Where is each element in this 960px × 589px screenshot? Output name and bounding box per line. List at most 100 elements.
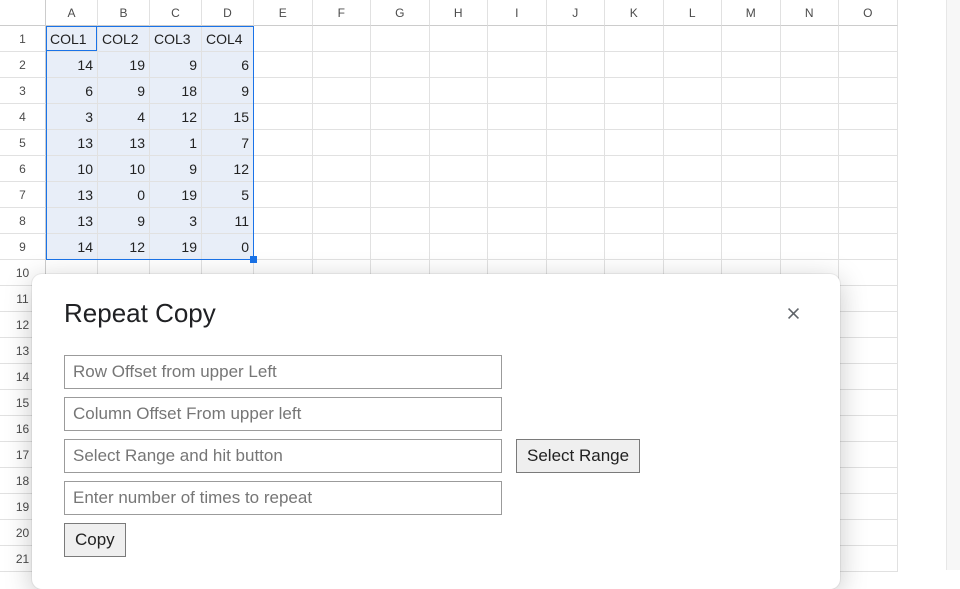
cell[interactable]: [839, 260, 898, 286]
cell[interactable]: [664, 78, 723, 104]
row-header[interactable]: 8: [0, 208, 46, 234]
cell[interactable]: 14: [46, 52, 98, 78]
cell[interactable]: [254, 26, 313, 52]
cell[interactable]: [781, 52, 840, 78]
cell[interactable]: [254, 182, 313, 208]
row-header[interactable]: 2: [0, 52, 46, 78]
cell[interactable]: [664, 234, 723, 260]
cell[interactable]: [430, 234, 489, 260]
cell[interactable]: [781, 26, 840, 52]
cell[interactable]: [313, 182, 372, 208]
cell[interactable]: [313, 130, 372, 156]
cell[interactable]: [839, 286, 898, 312]
cell[interactable]: [664, 104, 723, 130]
cell[interactable]: [605, 182, 664, 208]
cell[interactable]: [254, 130, 313, 156]
close-button[interactable]: [778, 299, 808, 329]
cell[interactable]: [839, 468, 898, 494]
cell[interactable]: [488, 104, 547, 130]
cell[interactable]: 3: [150, 208, 202, 234]
cell[interactable]: 13: [46, 208, 98, 234]
cell[interactable]: [605, 156, 664, 182]
cell[interactable]: [839, 416, 898, 442]
row-header[interactable]: 7: [0, 182, 46, 208]
cell[interactable]: [664, 52, 723, 78]
repeat-times-input[interactable]: [64, 481, 502, 515]
cell[interactable]: [839, 494, 898, 520]
cell[interactable]: [371, 156, 430, 182]
cell[interactable]: [371, 104, 430, 130]
cell[interactable]: [547, 52, 606, 78]
cell[interactable]: [839, 520, 898, 546]
cell[interactable]: [839, 312, 898, 338]
cell[interactable]: [547, 234, 606, 260]
cell[interactable]: 11: [202, 208, 254, 234]
cell[interactable]: [781, 208, 840, 234]
cell[interactable]: [547, 78, 606, 104]
cell[interactable]: [547, 130, 606, 156]
range-input[interactable]: [64, 439, 502, 473]
row-header[interactable]: 9: [0, 234, 46, 260]
cell[interactable]: [781, 182, 840, 208]
cell[interactable]: 19: [98, 52, 150, 78]
cell[interactable]: [839, 338, 898, 364]
column-header[interactable]: D: [202, 0, 254, 26]
cell[interactable]: [781, 104, 840, 130]
cell[interactable]: [547, 26, 606, 52]
cell[interactable]: [547, 104, 606, 130]
cell[interactable]: [430, 104, 489, 130]
cell[interactable]: [254, 208, 313, 234]
column-header[interactable]: H: [430, 0, 489, 26]
cell[interactable]: [839, 104, 898, 130]
cell[interactable]: [722, 156, 781, 182]
cell[interactable]: [781, 130, 840, 156]
column-header[interactable]: M: [722, 0, 781, 26]
column-header[interactable]: E: [254, 0, 313, 26]
cell[interactable]: [313, 26, 372, 52]
column-header[interactable]: J: [547, 0, 606, 26]
cell[interactable]: 13: [46, 130, 98, 156]
cell[interactable]: [313, 156, 372, 182]
cell[interactable]: [430, 156, 489, 182]
cell[interactable]: 6: [46, 78, 98, 104]
column-header[interactable]: C: [150, 0, 202, 26]
cell[interactable]: [488, 208, 547, 234]
cell[interactable]: [722, 234, 781, 260]
cell[interactable]: [781, 234, 840, 260]
column-header[interactable]: G: [371, 0, 430, 26]
cell[interactable]: [254, 78, 313, 104]
cell[interactable]: 19: [150, 182, 202, 208]
column-header[interactable]: O: [839, 0, 898, 26]
cell[interactable]: [488, 52, 547, 78]
cell[interactable]: [664, 156, 723, 182]
cell[interactable]: [488, 78, 547, 104]
cell[interactable]: 7: [202, 130, 254, 156]
cell[interactable]: [547, 208, 606, 234]
cell[interactable]: COL1: [46, 26, 98, 52]
cell[interactable]: [313, 52, 372, 78]
cell[interactable]: [664, 130, 723, 156]
cell[interactable]: [488, 130, 547, 156]
vertical-scrollbar[interactable]: [946, 0, 960, 570]
cell[interactable]: 10: [98, 156, 150, 182]
row-header[interactable]: 6: [0, 156, 46, 182]
cell[interactable]: [605, 234, 664, 260]
cell[interactable]: [839, 442, 898, 468]
cell[interactable]: [722, 130, 781, 156]
cell[interactable]: 0: [202, 234, 254, 260]
cell[interactable]: [722, 182, 781, 208]
cell[interactable]: 10: [46, 156, 98, 182]
cell[interactable]: [839, 26, 898, 52]
cell[interactable]: 12: [98, 234, 150, 260]
cell[interactable]: [488, 234, 547, 260]
cell[interactable]: 3: [46, 104, 98, 130]
cell[interactable]: [430, 182, 489, 208]
column-header[interactable]: K: [605, 0, 664, 26]
cell[interactable]: 9: [98, 208, 150, 234]
cell[interactable]: 9: [98, 78, 150, 104]
cell[interactable]: [839, 130, 898, 156]
cell[interactable]: 1: [150, 130, 202, 156]
cell[interactable]: [839, 234, 898, 260]
cell[interactable]: [254, 52, 313, 78]
cell[interactable]: [722, 78, 781, 104]
